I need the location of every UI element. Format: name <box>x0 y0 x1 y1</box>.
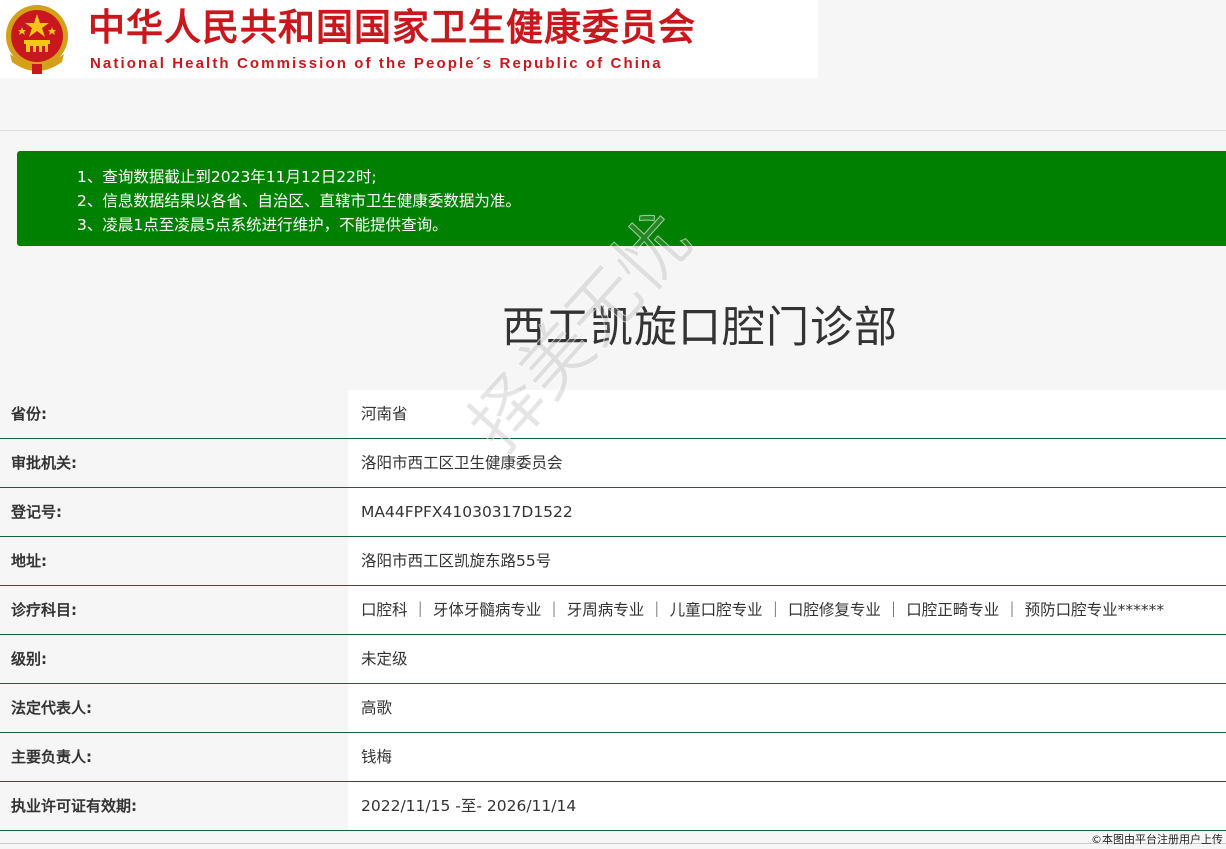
footer-divider <box>0 843 1226 844</box>
row-label: 执业许可证有效期: <box>0 782 348 830</box>
row-label: 级别: <box>0 635 348 683</box>
row-value: 2022/11/15 -至- 2026/11/14 <box>348 782 1226 830</box>
row-value: 未定级 <box>348 635 1226 683</box>
header-banner: 中华人民共和国国家卫生健康委员会 National Health Commiss… <box>0 0 818 78</box>
row-label: 诊疗科目: <box>0 586 348 634</box>
row-label: 省份: <box>0 390 348 438</box>
row-value: 河南省 <box>348 390 1226 438</box>
institution-name: 西工凯旋口腔门诊部 <box>502 303 898 353</box>
info-row-province: 省份: 河南省 <box>0 390 1226 439</box>
agency-name-en: National Health Commission of the People… <box>90 55 663 72</box>
agency-name-cn: 中华人民共和国国家卫生健康委员会 <box>88 6 696 49</box>
page: 中华人民共和国国家卫生健康委员会 National Health Commiss… <box>0 0 1226 849</box>
row-value: 洛阳市西工区卫生健康委员会 <box>348 439 1226 487</box>
info-row-departments: 诊疗科目: 口腔科 ｜ 牙体牙髓病专业 ｜ 牙周病专业 ｜ 儿童口腔专业 ｜ 口… <box>0 586 1226 635</box>
row-value: MA44FPFX41030317D1522 <box>348 488 1226 536</box>
info-row-license-validity: 执业许可证有效期: 2022/11/15 -至- 2026/11/14 <box>0 782 1226 831</box>
row-label: 主要负责人: <box>0 733 348 781</box>
notice-line: 2、信息数据结果以各省、自治区、直辖市卫生健康委数据为准。 <box>77 192 521 210</box>
info-row-approval-authority: 审批机关: 洛阳市西工区卫生健康委员会 <box>0 439 1226 488</box>
info-row-level: 级别: 未定级 <box>0 635 1226 684</box>
row-label: 登记号: <box>0 488 348 536</box>
info-table: 省份: 河南省 审批机关: 洛阳市西工区卫生健康委员会 登记号: MA44FPF… <box>0 390 1226 831</box>
national-emblem-icon <box>6 5 68 74</box>
upload-notice: ©本图由平台注册用户上传 <box>1091 833 1223 846</box>
notice-line: 1、查询数据截止到2023年11月12日22时; <box>77 168 377 186</box>
notice-line: 3、凌晨1点至凌晨5点系统进行维护，不能提供查询。 <box>77 216 448 234</box>
info-row-address: 地址: 洛阳市西工区凯旋东路55号 <box>0 537 1226 586</box>
row-label: 地址: <box>0 537 348 585</box>
info-row-principal: 主要负责人: 钱梅 <box>0 733 1226 782</box>
row-value: 洛阳市西工区凯旋东路55号 <box>348 537 1226 585</box>
row-value: 高歌 <box>348 684 1226 732</box>
row-value: 口腔科 ｜ 牙体牙髓病专业 ｜ 牙周病专业 ｜ 儿童口腔专业 ｜ 口腔修复专业 … <box>348 586 1226 634</box>
row-label: 法定代表人: <box>0 684 348 732</box>
header-divider <box>0 130 1226 131</box>
info-row-legal-representative: 法定代表人: 高歌 <box>0 684 1226 733</box>
info-row-registration-number: 登记号: MA44FPFX41030317D1522 <box>0 488 1226 537</box>
row-value: 钱梅 <box>348 733 1226 781</box>
row-label: 审批机关: <box>0 439 348 487</box>
notice-box: 1、查询数据截止到2023年11月12日22时; 2、信息数据结果以各省、自治区… <box>17 151 1226 246</box>
